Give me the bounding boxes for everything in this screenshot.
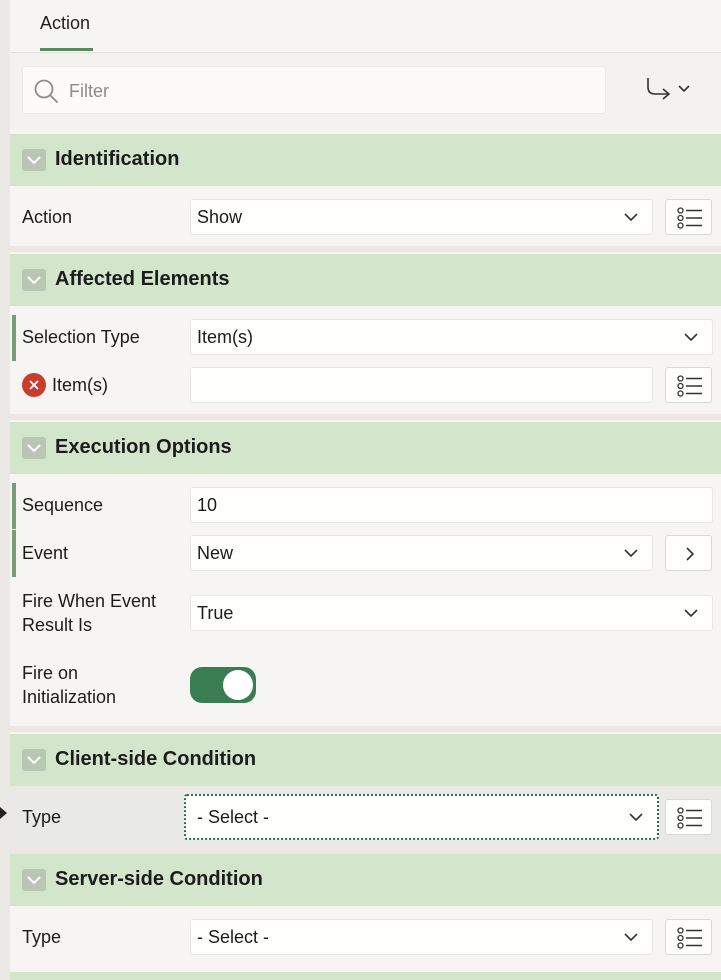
section-body-execution-options: Sequence 10 Event New Fire When Event Re… <box>10 474 721 726</box>
required-indicator <box>12 315 16 361</box>
chevron-down-icon <box>684 333 698 342</box>
section-title: Client-side Condition <box>55 748 257 770</box>
list-icon <box>677 207 702 229</box>
section-identification: Identification <box>10 134 721 186</box>
property-row-items: Item(s) <box>10 362 721 414</box>
section-divider <box>10 246 721 252</box>
section-execution-options: Execution Options <box>10 422 721 474</box>
section-body-affected-elements: Selection Type Item(s) Item(s) <box>10 306 721 414</box>
collapse-execution-options-button[interactable] <box>22 437 46 459</box>
tab-bar: Action <box>10 0 721 53</box>
search-icon <box>34 79 58 103</box>
go-to-group-button[interactable] <box>642 75 698 105</box>
chevron-down-icon <box>27 756 41 765</box>
section-title: Affected Elements <box>55 268 230 290</box>
sequence-input[interactable]: 10 <box>190 487 713 523</box>
property-row-selection-type: Selection Type Item(s) <box>10 306 721 362</box>
collapse-affected-elements-button[interactable] <box>22 269 46 291</box>
section-client-side-condition: Client-side Condition <box>10 734 721 786</box>
section-title: Server-side Condition <box>55 868 263 890</box>
section-title: Identification <box>55 148 180 170</box>
active-tab-indicator <box>40 48 93 51</box>
collapse-identification-button[interactable] <box>22 149 46 171</box>
list-icon <box>677 927 702 949</box>
property-label: Event <box>22 543 69 563</box>
chevron-right-icon <box>686 547 695 561</box>
fire-when-event-result-select[interactable]: True <box>190 595 713 631</box>
chevron-down-icon <box>27 276 41 285</box>
chevron-down-icon <box>27 444 41 453</box>
property-row-action: Action Show <box>10 186 721 246</box>
server-condition-type-select[interactable]: - Select - <box>190 919 653 955</box>
section-title: Execution Options <box>55 436 232 458</box>
section-divider <box>10 414 721 420</box>
toggle-knob <box>223 670 253 700</box>
property-label: Type <box>22 927 62 947</box>
property-label: Selection Type <box>22 327 140 347</box>
collapse-server-side-condition-button[interactable] <box>22 869 46 891</box>
property-label: Item(s) <box>52 375 108 395</box>
event-select[interactable]: New <box>190 535 653 571</box>
action-select[interactable]: Show <box>190 199 653 235</box>
list-icon <box>677 807 702 829</box>
tab-action[interactable]: Action <box>40 13 90 34</box>
required-indicator <box>12 530 16 577</box>
property-label: Result Is <box>22 615 93 635</box>
filter-bar <box>10 53 721 129</box>
property-label: Action <box>22 207 73 227</box>
property-label: Fire When Event <box>22 591 157 611</box>
property-row-fire-on-initialization: Fire on Initialization <box>10 642 721 726</box>
chevron-down-icon <box>629 813 643 822</box>
property-row-server-condition-type: Type - Select - <box>10 906 721 968</box>
go-to-event-button[interactable] <box>665 535 712 571</box>
left-gutter <box>0 0 10 980</box>
selection-type-select[interactable]: Item(s) <box>190 319 713 355</box>
property-label: Fire on <box>22 663 79 683</box>
required-indicator <box>12 483 16 529</box>
go-to-group-icon <box>647 78 690 100</box>
list-icon <box>677 375 702 397</box>
chevron-down-icon <box>27 156 41 165</box>
property-row-event: Event New <box>10 530 721 580</box>
list-of-values-button[interactable] <box>665 799 712 835</box>
chevron-down-icon <box>624 549 638 558</box>
property-label: Sequence <box>22 495 104 515</box>
property-row-sequence: Sequence 10 <box>10 474 721 530</box>
next-section-header-edge <box>10 972 721 980</box>
list-of-values-button[interactable] <box>665 919 712 955</box>
chevron-down-icon <box>27 876 41 885</box>
section-server-side-condition: Server-side Condition <box>10 854 721 906</box>
current-row-pointer-icon <box>0 807 7 819</box>
property-row-fire-when-event-result: Fire When Event Result Is True <box>10 580 721 642</box>
section-body-client-side-condition: Type - Select - <box>10 786 721 848</box>
property-row-client-condition-type: Type - Select - <box>10 786 721 848</box>
property-label: Type <box>22 807 62 827</box>
chevron-down-icon <box>624 213 638 222</box>
chevron-down-icon <box>684 609 698 618</box>
chevron-down-icon <box>624 933 638 942</box>
section-body-server-side-condition: Type - Select - <box>10 906 721 972</box>
list-of-values-button[interactable] <box>665 367 712 403</box>
section-body-identification: Action Show <box>10 186 721 246</box>
filter-input[interactable] <box>69 77 589 105</box>
list-of-values-button[interactable] <box>665 199 712 235</box>
property-label: Initialization <box>22 687 117 707</box>
client-condition-type-select[interactable]: - Select - <box>184 794 659 840</box>
filter-box <box>22 66 606 114</box>
section-divider <box>10 726 721 732</box>
error-icon <box>22 373 46 397</box>
property-editor: Action Identification Action <box>10 0 721 980</box>
collapse-client-side-condition-button[interactable] <box>22 749 46 771</box>
fire-on-initialization-toggle[interactable] <box>190 667 256 703</box>
section-affected-elements: Affected Elements <box>10 254 721 306</box>
items-input[interactable] <box>190 367 653 403</box>
